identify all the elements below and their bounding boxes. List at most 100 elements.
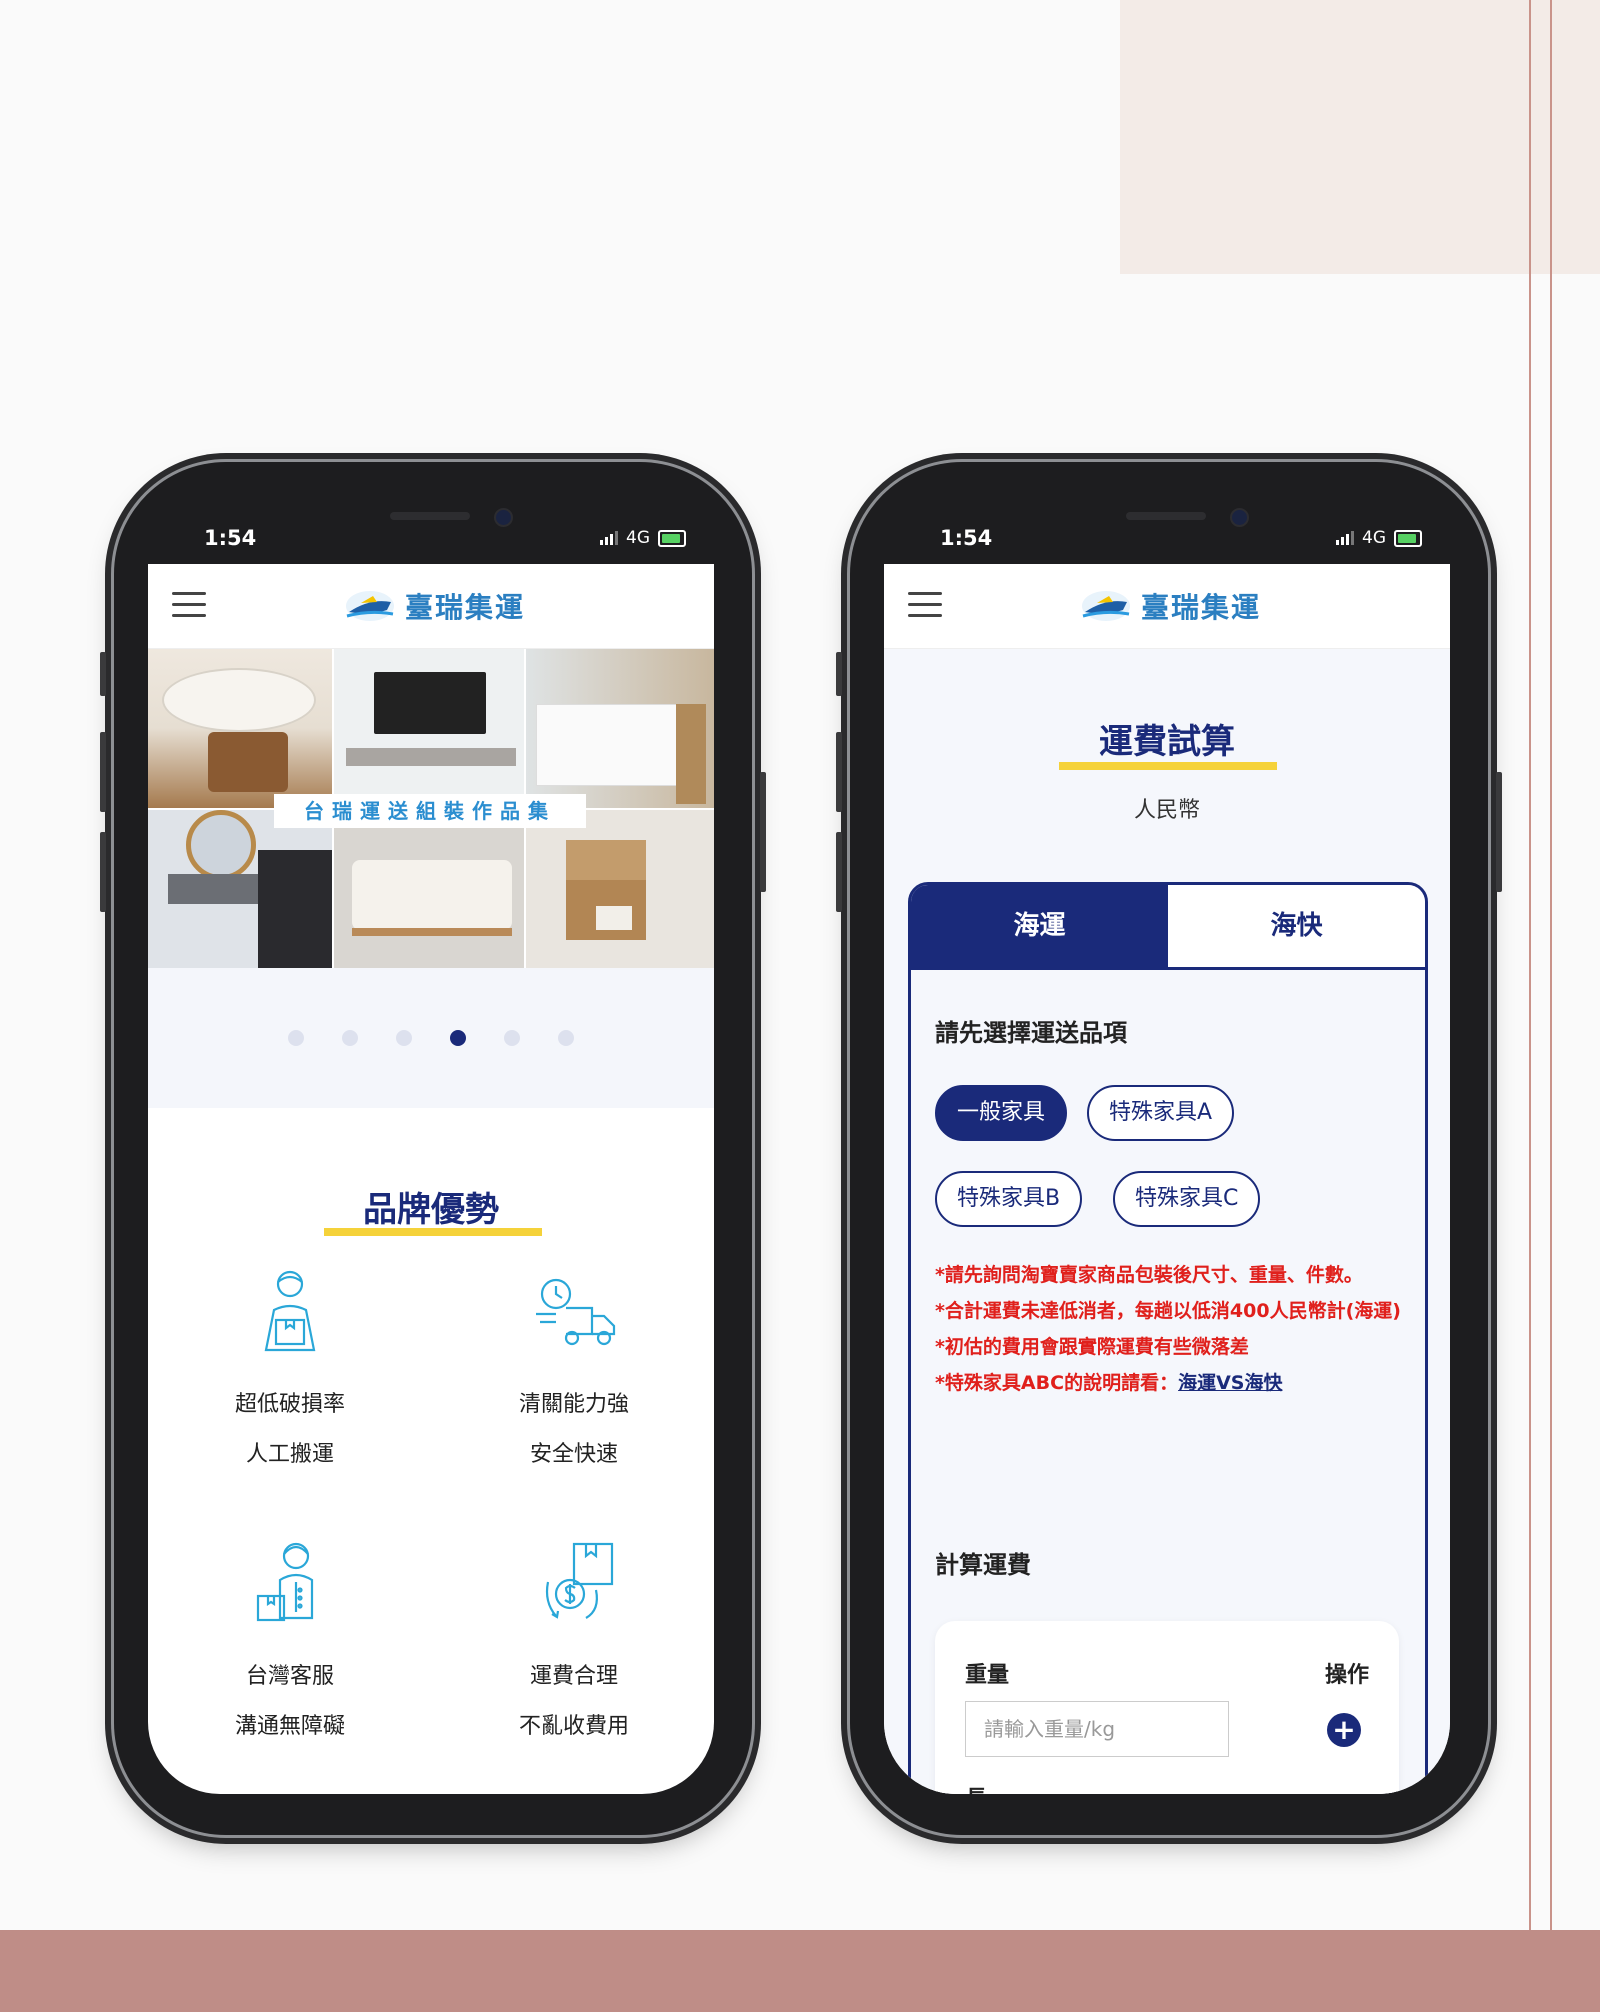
calculation-card: 重量 操作 + 長 (935, 1621, 1399, 1794)
calculator-panel: 海運 海快 請先選擇運送品項 一般家具 特殊家具A 特殊家具B 特殊家具C *請… (908, 882, 1428, 1794)
feature-line2: 人工搬運 (245, 1442, 334, 1467)
weight-input[interactable] (965, 1701, 1229, 1757)
front-camera (494, 508, 513, 527)
delivery-truck-clock-icon (536, 1278, 616, 1346)
volume-down-button (836, 832, 842, 912)
status-time: 1:54 (940, 526, 993, 550)
feature-item: 運費合理 不亂收費用 (444, 1536, 704, 1740)
status-indicators: 4G (1336, 528, 1422, 548)
decor-pink-block (1120, 0, 1600, 274)
earpiece-speaker (1126, 512, 1206, 520)
calculate-section-label: 計算運費 (935, 1551, 1031, 1579)
page-title: 運費試算 (1099, 722, 1235, 762)
action-header: 操作 (1324, 1663, 1369, 1688)
add-row-button[interactable]: + (1327, 1713, 1361, 1747)
carousel-dot[interactable] (396, 1030, 412, 1046)
signal-icon (1336, 531, 1354, 545)
decor-vertical-line (1550, 0, 1552, 1930)
phone-mockup-home: 1:54 4G 臺瑞集運 台瑞運送組裝作品集 品牌優勢 超低破損率 人工搬運 清… (100, 462, 766, 1835)
note-line: *請先詢問淘寶賣家商品包裝後尺寸、重量、件數。 (935, 1264, 1363, 1286)
feature-line2: 溝通無障礙 (234, 1714, 345, 1739)
carousel-indicator-area (148, 968, 714, 1108)
category-special-c[interactable]: 特殊家具C (1113, 1171, 1261, 1227)
feature-line2: 不亂收費用 (518, 1714, 629, 1739)
home-screen: 臺瑞集運 台瑞運送組裝作品集 品牌優勢 超低破損率 人工搬運 清關能力強 安全快… (148, 564, 714, 1794)
battery-charging-icon (1394, 529, 1422, 547)
brand-name: 臺瑞集運 (405, 591, 526, 624)
signal-icon (600, 531, 618, 545)
decor-vertical-line (1529, 0, 1531, 1930)
volume-down-button (100, 832, 106, 912)
ship-logo-icon (346, 591, 394, 621)
volume-up-button (836, 732, 842, 812)
power-button (760, 772, 766, 892)
carousel-dot[interactable] (558, 1030, 574, 1046)
title-underline (1059, 762, 1277, 770)
photo-dressing-table (526, 810, 714, 968)
status-indicators: 4G (600, 528, 686, 548)
battery-charging-icon (658, 529, 686, 547)
feature-line1: 運費合理 (529, 1664, 618, 1689)
note-line: *合計運費未達低消者，每趟以低消400人民幣計(海運) (935, 1300, 1401, 1322)
tab-sea-freight[interactable]: 海運 (911, 885, 1168, 967)
site-header: 臺瑞集運 (148, 564, 714, 649)
carousel-dot[interactable] (450, 1030, 466, 1046)
menu-icon[interactable] (908, 592, 942, 618)
phone-mockup-calculator: 1:54 4G 臺瑞集運 運費試算 人民幣 海運 海快 請先選擇運送品項 一般家… (836, 462, 1502, 1835)
ship-logo-icon (1082, 591, 1130, 621)
power-button (1496, 772, 1502, 892)
mute-switch (100, 652, 106, 696)
menu-icon[interactable] (172, 592, 206, 618)
site-header: 臺瑞集運 (884, 564, 1450, 649)
photo-round-table (148, 648, 332, 808)
currency-label: 人民幣 (1133, 798, 1200, 823)
money-exchange-icon (545, 1542, 614, 1619)
carousel-dots[interactable] (288, 1030, 574, 1046)
volume-up-button (100, 732, 106, 812)
tab-sea-express[interactable]: 海快 (1168, 885, 1425, 967)
feature-item: 清關能力強 安全快速 (444, 1264, 704, 1468)
customer-service-icon (256, 1542, 314, 1622)
network-type: 4G (626, 528, 650, 548)
category-special-b[interactable]: 特殊家具B (935, 1171, 1083, 1227)
title-underline (324, 1228, 542, 1236)
feature-line1: 清關能力強 (518, 1392, 629, 1417)
front-camera (1230, 508, 1249, 527)
carousel-dot[interactable] (342, 1030, 358, 1046)
shipping-method-tabs: 海運 海快 (911, 885, 1425, 970)
worker-box-icon (264, 1270, 316, 1352)
category-special-a[interactable]: 特殊家具A (1087, 1085, 1235, 1141)
choose-category-label: 請先選擇運送品項 (935, 1019, 1127, 1047)
weight-header: 重量 (965, 1663, 1010, 1688)
portfolio-banner[interactable]: 台瑞運送組裝作品集 (148, 648, 714, 968)
brand-advantages-title: 品牌優勢 (363, 1190, 499, 1230)
shipping-notes: *請先詢問淘寶賣家商品包裝後尺寸、重量、件數。 *合計運費未達低消者，每趟以低消… (935, 1257, 1405, 1401)
note-line: *初估的費用會跟實際運費有些微落差 (935, 1336, 1249, 1358)
mute-switch (836, 652, 842, 696)
calculator-screen: 臺瑞集運 運費試算 人民幣 海運 海快 請先選擇運送品項 一般家具 特殊家具A … (884, 564, 1450, 1794)
photo-white-cabinet (526, 648, 714, 808)
feature-line1: 超低破損率 (234, 1392, 345, 1417)
note-prefix: *特殊家具ABC的說明請看： (935, 1372, 1179, 1394)
plus-icon: + (1332, 1713, 1356, 1746)
status-time: 1:54 (204, 526, 257, 550)
length-label: 長 (965, 1781, 987, 1794)
brand-name: 臺瑞集運 (1141, 591, 1262, 624)
feature-line1: 台灣客服 (245, 1664, 334, 1689)
feature-line2: 安全快速 (529, 1442, 618, 1467)
brand-logo[interactable]: 臺瑞集運 (343, 586, 525, 626)
compare-link[interactable]: 海運VS海快 (1178, 1372, 1282, 1394)
carousel-dot[interactable] (288, 1030, 304, 1046)
earpiece-speaker (390, 512, 470, 520)
feature-item: 台灣客服 溝通無障礙 (160, 1536, 420, 1740)
network-type: 4G (1362, 528, 1386, 548)
carousel-dot[interactable] (504, 1030, 520, 1046)
brand-logo[interactable]: 臺瑞集運 (1079, 586, 1261, 626)
note-line: *特殊家具ABC的說明請看：海運VS海快 (935, 1365, 1405, 1401)
photo-white-sofa (334, 810, 524, 968)
footer-band (0, 1930, 1600, 2012)
category-general-furniture[interactable]: 一般家具 (935, 1085, 1068, 1141)
feature-item: 超低破損率 人工搬運 (160, 1264, 420, 1468)
photo-vanity-desk (148, 810, 332, 968)
portfolio-caption: 台瑞運送組裝作品集 (274, 794, 586, 828)
